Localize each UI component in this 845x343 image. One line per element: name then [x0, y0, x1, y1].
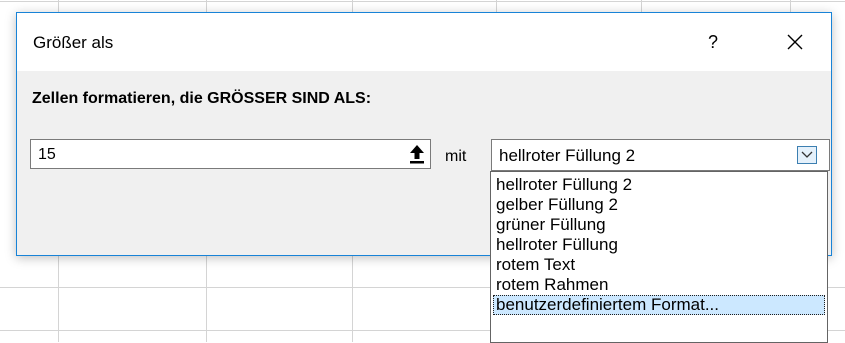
title-bar: Größer als ?	[17, 13, 831, 71]
dropdown-button[interactable]	[797, 146, 817, 164]
grid-line	[0, 1, 845, 2]
collapse-dialog-arrow-icon	[410, 145, 424, 164]
format-option[interactable]: rotem Text	[493, 255, 825, 275]
close-icon	[787, 34, 803, 50]
format-select-value: hellroter Füllung 2	[499, 146, 636, 165]
range-select-button[interactable]	[405, 141, 429, 167]
value-input-text[interactable]: 15	[38, 146, 56, 164]
chevron-down-icon	[801, 151, 813, 158]
format-dropdown-list: hellroter Füllung 2 gelber Füllung 2 grü…	[490, 171, 828, 343]
format-option[interactable]: grüner Füllung	[493, 215, 825, 235]
instruction-label: Zellen formatieren, die GRÖSSER SIND ALS…	[32, 90, 372, 107]
format-option[interactable]: rotem Rahmen	[493, 275, 825, 295]
dialog-title: Größer als	[33, 33, 114, 52]
format-option-highlighted[interactable]: benutzerdefiniertem Format...	[493, 295, 825, 315]
value-input[interactable]: 15	[30, 139, 431, 169]
close-button[interactable]	[780, 27, 810, 57]
format-select[interactable]: hellroter Füllung 2	[491, 139, 830, 171]
help-button[interactable]: ?	[698, 27, 728, 57]
with-label: mit	[445, 148, 467, 165]
format-option[interactable]: hellroter Füllung	[493, 235, 825, 255]
format-option[interactable]: gelber Füllung 2	[493, 195, 825, 215]
format-option[interactable]: hellroter Füllung 2	[493, 175, 825, 195]
